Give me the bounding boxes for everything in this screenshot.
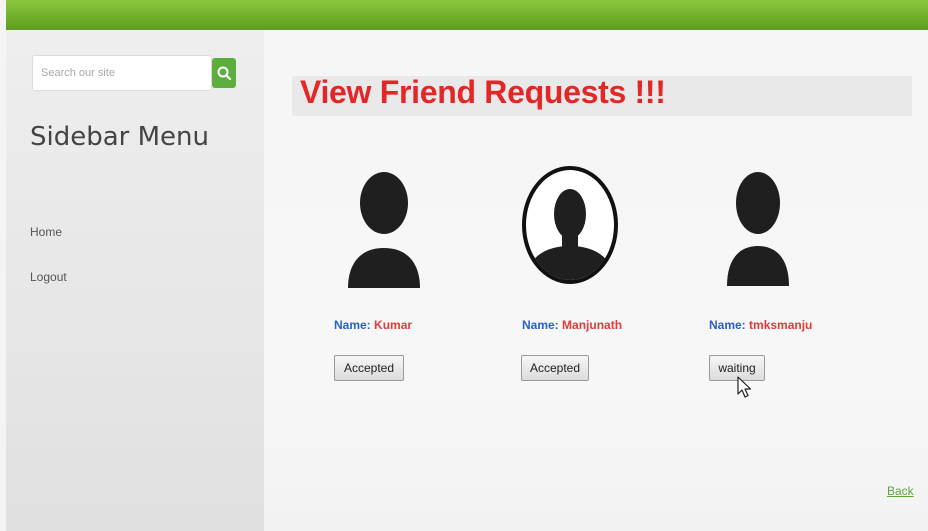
- name-label: Name:: [334, 318, 371, 332]
- back-link[interactable]: Back: [887, 484, 914, 498]
- person-circle-silhouette-icon: [522, 166, 618, 284]
- page-title: View Friend Requests !!!: [300, 74, 666, 110]
- search-icon: [217, 66, 232, 81]
- page: Search our site Sidebar Menu Home Logout…: [0, 0, 928, 531]
- status-button-accepted[interactable]: Accepted: [334, 355, 404, 381]
- friend-name: Name: Manjunath: [522, 318, 622, 332]
- person-silhouette-icon: [348, 172, 420, 288]
- mouse-cursor-icon: [737, 376, 752, 398]
- name-value: Kumar: [374, 318, 413, 332]
- friend-name: Name: Kumar: [334, 318, 412, 332]
- name-value: Manjunath: [562, 318, 623, 332]
- person-silhouette-icon: [727, 172, 789, 286]
- sidebar-title: Sidebar Menu: [30, 122, 210, 152]
- status-button-accepted[interactable]: Accepted: [521, 355, 589, 381]
- top-header-bar: [6, 0, 928, 30]
- sidebar-item-logout[interactable]: Logout: [30, 270, 67, 284]
- search-input[interactable]: Search our site: [32, 55, 212, 91]
- friend-name: Name: tmksmanju: [709, 318, 812, 332]
- name-label: Name:: [522, 318, 559, 332]
- search-button[interactable]: [212, 58, 236, 88]
- name-label: Name:: [709, 318, 746, 332]
- sidebar-item-home[interactable]: Home: [30, 225, 62, 239]
- name-value: tmksmanju: [749, 318, 813, 332]
